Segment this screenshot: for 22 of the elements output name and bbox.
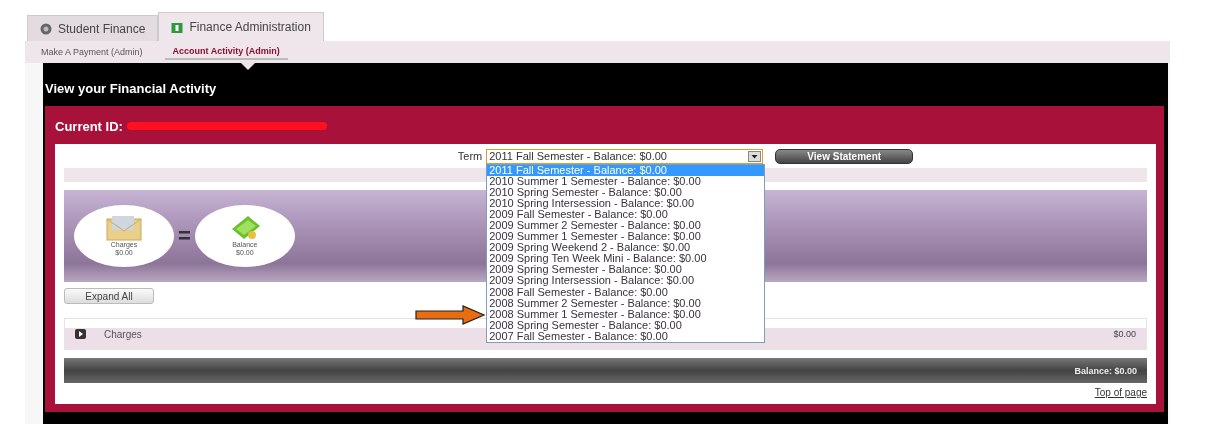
caret-icon [748,150,762,162]
envelope-icon [106,215,142,241]
subnav-tab[interactable]: Account Activity (Admin) [164,44,288,60]
view-statement-button[interactable]: View Statement [775,148,914,164]
current-id-label: Current ID: [55,118,123,134]
bag-icon [171,21,184,33]
tab-label: Finance Administration [189,20,311,34]
subnav-tab[interactable]: Make A Payment (Admin) [33,45,151,59]
arrow-drawing [415,304,486,325]
expand-all-button[interactable]: Expand All [64,288,154,304]
coin-icon [40,22,52,35]
section-label: Charges [104,328,142,340]
tab[interactable]: Student Finance [27,15,159,41]
balance-total: Balance: $0.00 [1074,365,1137,376]
term-dropdown[interactable]: 2011 Fall Semester - Balance: $0.00 [486,148,764,164]
equals-sign: = [178,223,191,249]
page-title: View your Financial Activity [45,81,218,98]
tab[interactable]: Finance Administration [158,12,324,41]
term-label: Term [457,150,483,162]
tab-label: Student Finance [58,21,146,36]
top-of-page-link[interactable]: Top of page [1094,387,1147,398]
section-amount: $0.00 [1113,329,1136,339]
